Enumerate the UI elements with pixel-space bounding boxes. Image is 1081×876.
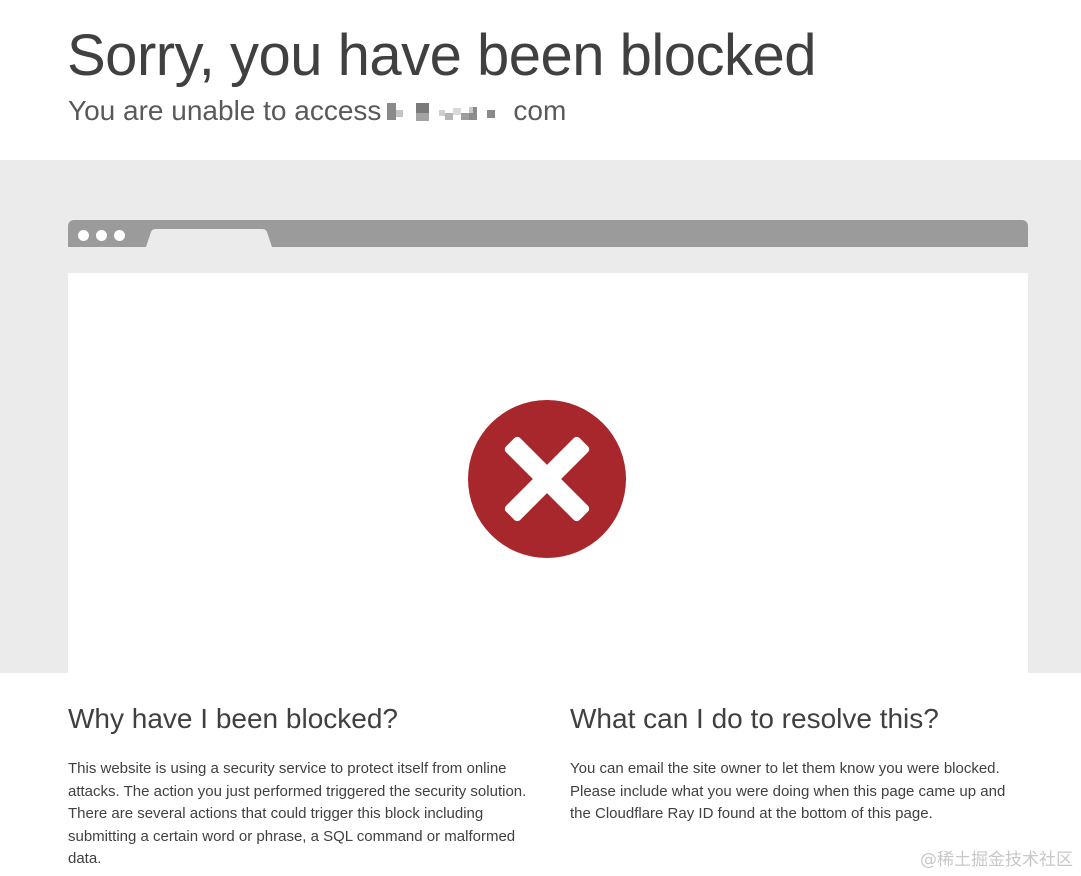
browser-tab-shape <box>146 229 272 247</box>
resolve-heading: What can I do to resolve this? <box>570 703 939 734</box>
header: Sorry, you have been blocked You are una… <box>0 0 1081 160</box>
resolve-body: You can email the site owner to let them… <box>570 760 1006 822</box>
subtitle: You are unable to access com <box>68 95 566 127</box>
subtitle-prefix: You are unable to access <box>68 95 382 126</box>
watermark: @稀土掘金技术社区 <box>920 850 1073 870</box>
redacted-domain <box>387 100 505 122</box>
domain-suffix: com <box>513 95 567 126</box>
error-x-icon <box>468 400 626 558</box>
window-dot-icon <box>96 230 107 241</box>
why-blocked-section: Why have I been blocked? This website is… <box>68 703 528 871</box>
window-dot-icon <box>114 230 125 241</box>
window-dot-icon <box>78 230 89 241</box>
page-title: Sorry, you have been blocked <box>67 23 817 88</box>
why-blocked-body: This website is using a security service… <box>68 760 527 867</box>
why-blocked-heading: Why have I been blocked? <box>68 703 398 734</box>
resolve-section: What can I do to resolve this? You can e… <box>570 703 1030 826</box>
